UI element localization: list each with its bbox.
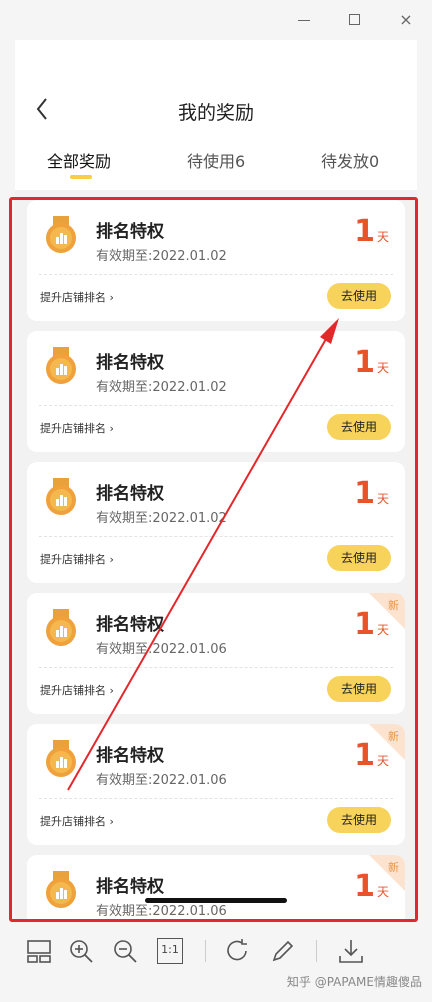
tab-all-rewards[interactable]: 全部奖励 — [47, 148, 111, 172]
tab-to-use[interactable]: 待使用6 — [187, 148, 245, 172]
zoom-out-icon[interactable] — [112, 938, 138, 964]
active-tab-indicator — [70, 175, 92, 179]
highlight-box — [9, 197, 418, 922]
page-title: 我的奖励 — [177, 102, 254, 124]
zoom-in-icon[interactable] — [68, 938, 94, 964]
minimize-button[interactable] — [292, 8, 316, 32]
minimize-icon — [298, 20, 310, 21]
viewer-toolbar: 1:1 知乎 @PAPAME情趣傻品 — [0, 925, 432, 1002]
watermark: 知乎 @PAPAME情趣傻品 — [286, 975, 422, 989]
close-icon: × — [399, 10, 413, 29]
nav-bar: 我的奖励 全部奖励 待使用6 待发放0 — [15, 40, 417, 190]
toolbar-separator — [205, 940, 206, 962]
close-button[interactable]: × — [394, 8, 418, 32]
toolbar-separator — [316, 940, 317, 962]
download-icon[interactable] — [338, 938, 364, 964]
maximize-button[interactable] — [343, 8, 367, 32]
window-titlebar: × — [0, 0, 432, 40]
maximize-icon — [349, 14, 360, 25]
tab-pending[interactable]: 待发放0 — [321, 148, 379, 172]
rotate-icon[interactable] — [225, 938, 251, 964]
edit-icon[interactable] — [270, 938, 296, 964]
actual-size-icon[interactable]: 1:1 — [157, 938, 183, 964]
layout-icon[interactable] — [26, 938, 52, 964]
